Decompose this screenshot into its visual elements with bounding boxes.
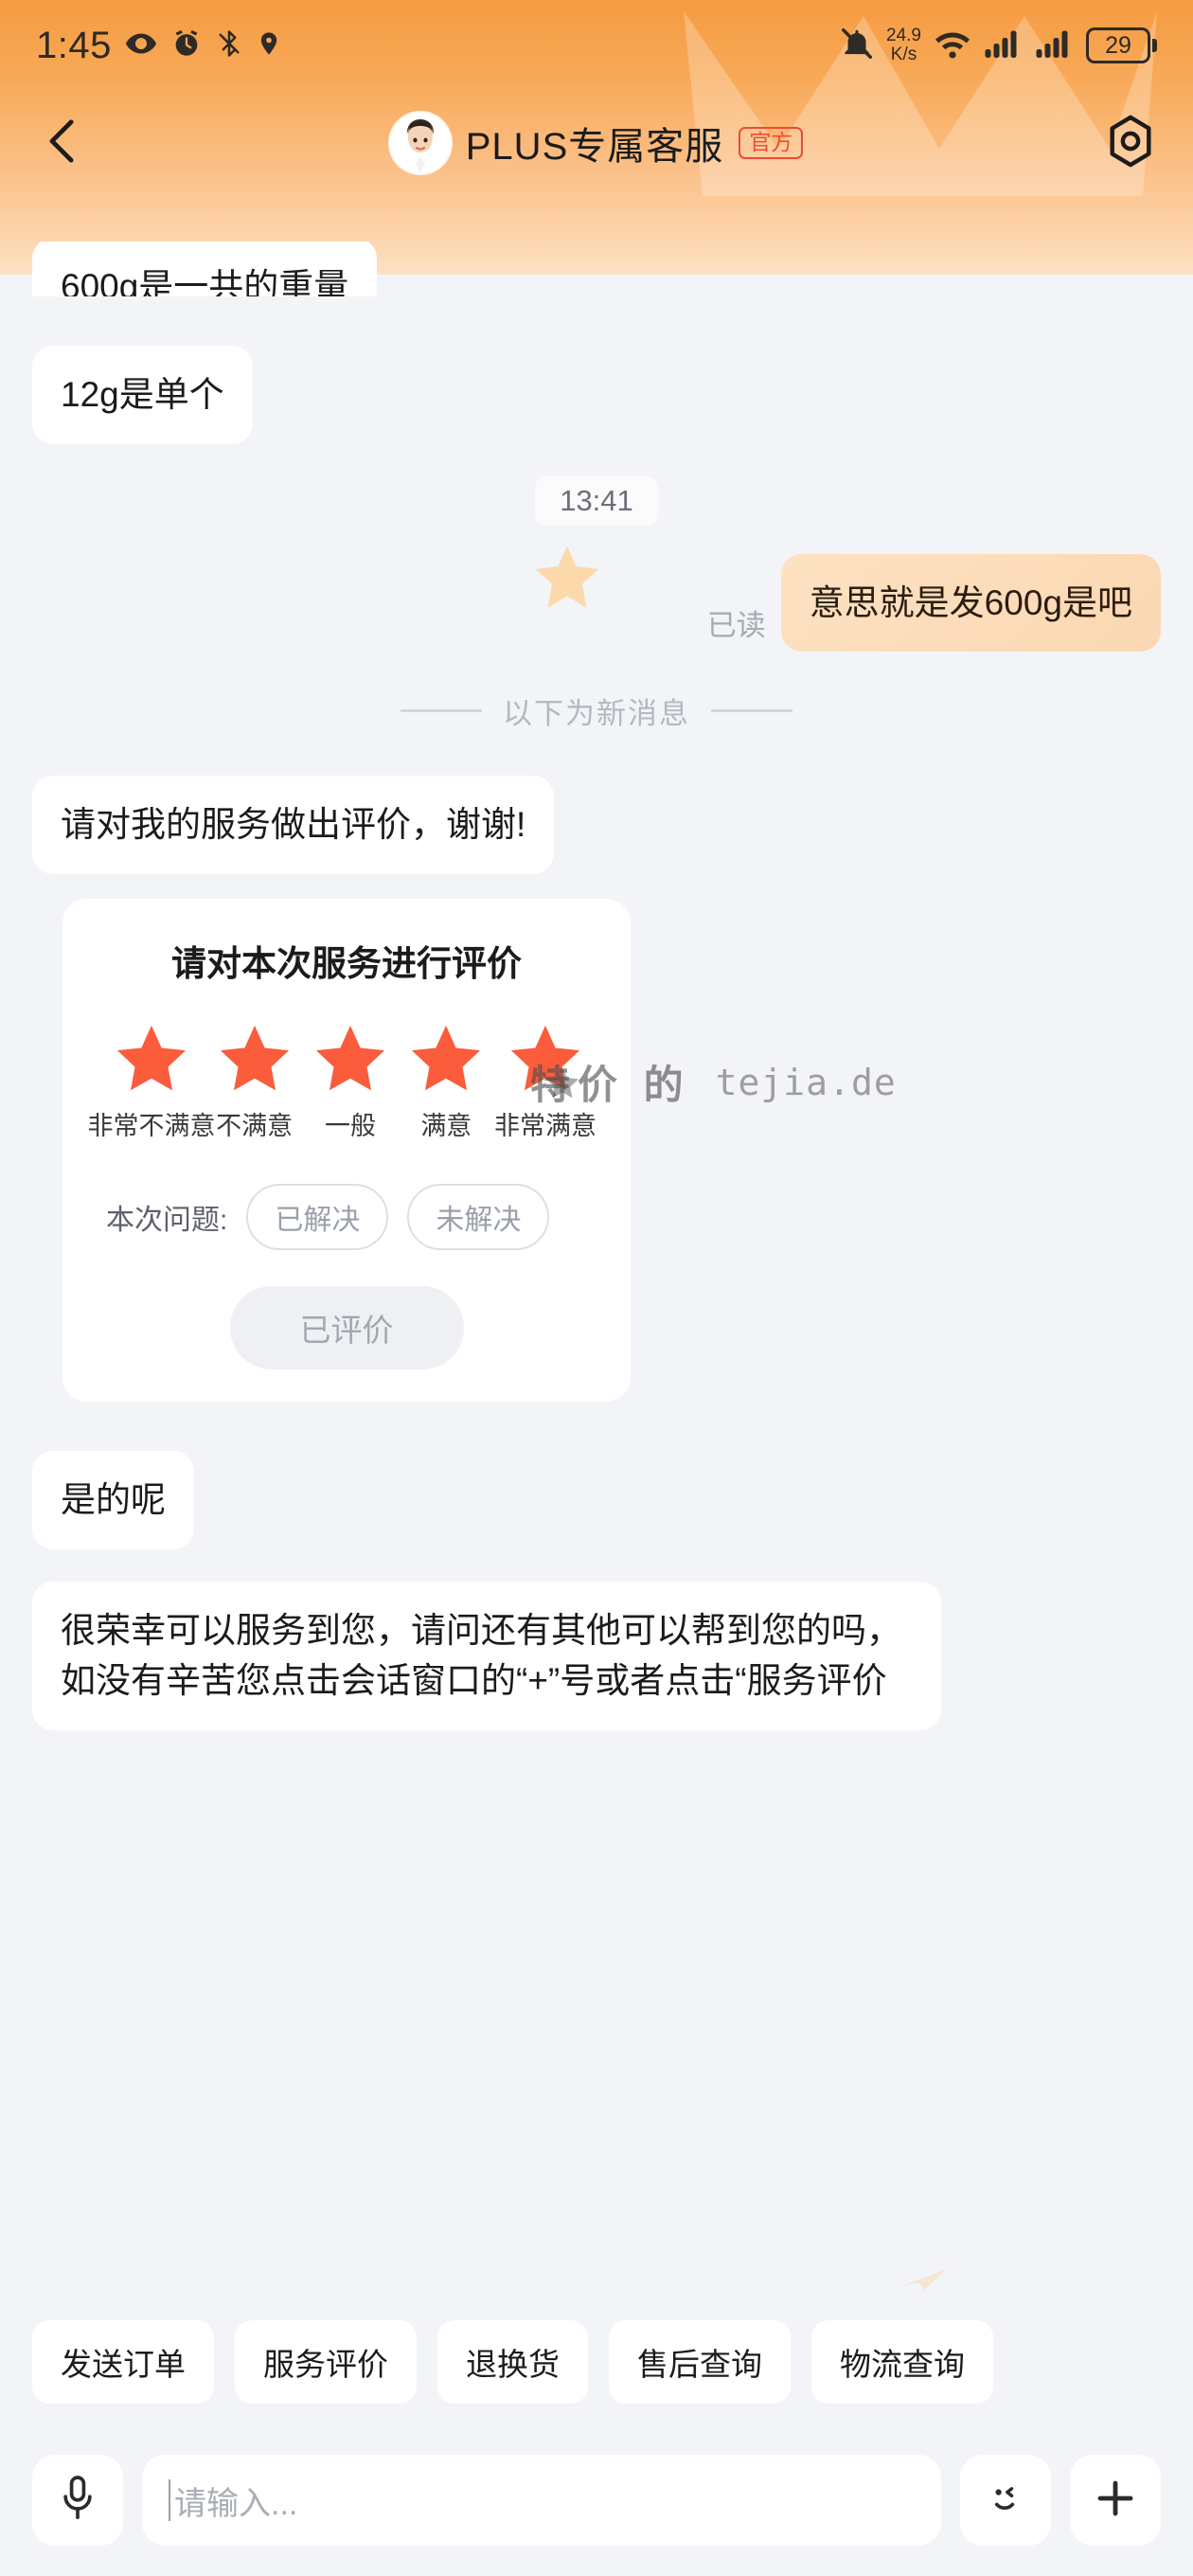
message-row: 请对我的服务做出评价，谢谢! bbox=[32, 776, 1161, 874]
quick-reply-returns[interactable]: 退换货 bbox=[437, 2320, 588, 2404]
quick-reply-send-order[interactable]: 发送订单 bbox=[32, 2320, 214, 2404]
star-icon bbox=[509, 1024, 581, 1092]
status-bar-right: 24.9 K/s 29 bbox=[839, 26, 1157, 66]
message-bubble-incoming[interactable]: 12g是单个 bbox=[32, 346, 253, 444]
message-row: 很荣幸可以服务到您，请问还有其他可以帮到您的吗，如没有辛苦您点击会话窗口的“+”… bbox=[32, 1581, 1161, 1730]
app-header: 1:45 24.9 K/s 29 PLUS专属客服 官方 bbox=[0, 0, 1193, 275]
status-time: 1:45 bbox=[36, 24, 112, 66]
bluetooth-icon bbox=[215, 27, 243, 64]
battery-icon: 29 bbox=[1086, 27, 1157, 63]
alarm-icon bbox=[170, 27, 203, 64]
avatar bbox=[389, 113, 451, 173]
rating-option-5[interactable]: 非常满意 bbox=[494, 1024, 596, 1142]
hexagon-settings-icon bbox=[1105, 114, 1156, 173]
message-bubble-incoming[interactable]: 请对我的服务做出评价，谢谢! bbox=[32, 776, 555, 874]
divider-label: 以下为新消息 bbox=[503, 697, 690, 731]
rating-label: 非常不满意 bbox=[87, 1111, 216, 1140]
signal-icon bbox=[984, 27, 1024, 64]
star-icon bbox=[410, 1024, 482, 1092]
network-speed-unit: K/s bbox=[890, 45, 917, 64]
message-row: 是的呢 bbox=[32, 1450, 1161, 1549]
voice-button[interactable] bbox=[32, 2455, 123, 2546]
text-caret bbox=[169, 2479, 170, 2521]
message-timestamp: 13:41 bbox=[535, 475, 658, 526]
emoji-button[interactable] bbox=[960, 2455, 1051, 2546]
message-input-bar: 请输入... bbox=[0, 2424, 1193, 2576]
star-icon bbox=[314, 1024, 386, 1092]
quick-reply-aftersales[interactable]: 售后查询 bbox=[609, 2320, 791, 2404]
status-badge: 官方 bbox=[739, 127, 804, 159]
message-bubble-incoming[interactable]: 很荣幸可以服务到您，请问还有其他可以帮到您的吗，如没有辛苦您点击会话窗口的“+”… bbox=[32, 1581, 941, 1730]
issue-unresolved-button[interactable]: 未解决 bbox=[407, 1183, 550, 1250]
more-actions-button[interactable] bbox=[1070, 2455, 1161, 2546]
rating-label: 满意 bbox=[420, 1111, 472, 1140]
rating-option-1[interactable]: 非常不满意 bbox=[88, 1024, 216, 1142]
quick-reply-logistics[interactable]: 物流查询 bbox=[811, 2320, 993, 2404]
battery-cap bbox=[1152, 39, 1157, 52]
issue-label: 本次问题: bbox=[106, 1204, 228, 1236]
issue-resolved-button[interactable]: 已解决 bbox=[246, 1183, 389, 1250]
network-speed-value: 24.9 bbox=[886, 26, 921, 45]
star-rating-group[interactable]: 非常不满意 不满意 一般 满意 非常满意 bbox=[88, 1024, 602, 1142]
status-bar: 1:45 24.9 K/s 29 bbox=[0, 0, 1193, 91]
rating-option-2[interactable]: 不满意 bbox=[206, 1024, 302, 1142]
paper-plane-decoration bbox=[899, 2267, 949, 2292]
settings-button[interactable] bbox=[1104, 114, 1157, 173]
read-receipt: 已读 bbox=[706, 609, 766, 643]
status-bar-left: 1:45 bbox=[36, 25, 282, 67]
submit-rating-button[interactable]: 已评价 bbox=[229, 1285, 464, 1369]
smiley-icon bbox=[983, 2476, 1028, 2526]
message-bubble-incoming[interactable]: 是的呢 bbox=[32, 1450, 194, 1549]
timestamp-row: 13:41 bbox=[32, 475, 1161, 526]
divider-line bbox=[401, 709, 482, 713]
wifi-icon bbox=[933, 27, 972, 65]
service-rating-card[interactable]: 请对本次服务进行评价 非常不满意 不满意 一般 满意 非常满意 本次问题: 已解… bbox=[62, 898, 631, 1402]
network-speed: 24.9 K/s bbox=[886, 27, 921, 64]
message-list[interactable]: 600g是一共的重量 12g是单个 13:41 已读 意思就是发600g是吧 以… bbox=[0, 242, 1193, 2249]
star-icon bbox=[116, 1024, 187, 1092]
star-icon bbox=[219, 1024, 291, 1092]
quick-reply-bar[interactable]: 发送订单 服务评价 退换货 售后查询 物流查询 bbox=[0, 2320, 1193, 2404]
message-row: 600g是一共的重量 bbox=[32, 242, 1161, 296]
location-icon bbox=[256, 27, 282, 64]
star-tail-decoration bbox=[532, 543, 602, 613]
back-button[interactable] bbox=[36, 116, 89, 170]
nav-bar: PLUS专属客服 官方 bbox=[0, 91, 1193, 195]
message-input-field[interactable]: 请输入... bbox=[142, 2455, 941, 2546]
submit-row: 已评价 bbox=[91, 1285, 602, 1369]
chat-screen: 1:45 24.9 K/s 29 PLUS专属客服 官方 600g是一共的重量 … bbox=[0, 0, 1193, 2576]
message-bubble-incoming[interactable]: 600g是一共的重量 bbox=[32, 242, 378, 296]
rating-label: 一般 bbox=[324, 1111, 376, 1140]
message-row: 12g是单个 bbox=[32, 346, 1161, 444]
page-title: PLUS专属客服 bbox=[465, 126, 724, 168]
mute-bell-icon bbox=[839, 26, 875, 66]
quick-reply-service-rating[interactable]: 服务评价 bbox=[235, 2320, 417, 2404]
battery-level: 29 bbox=[1086, 27, 1150, 63]
new-message-divider: 以下为新消息 bbox=[32, 689, 1161, 732]
rating-option-4[interactable]: 满意 bbox=[399, 1024, 494, 1142]
rating-label: 非常满意 bbox=[493, 1111, 596, 1140]
message-bubble-outgoing[interactable]: 意思就是发600g是吧 bbox=[780, 553, 1161, 653]
rating-label: 不满意 bbox=[216, 1111, 294, 1140]
nav-title-group: PLUS专属客服 官方 bbox=[89, 113, 1104, 173]
signal-icon bbox=[1035, 27, 1075, 64]
back-chevron-icon bbox=[42, 116, 83, 170]
eye-icon bbox=[124, 27, 158, 65]
message-row: 已读 意思就是发600g是吧 bbox=[32, 546, 1161, 653]
rating-card-title: 请对本次服务进行评价 bbox=[171, 943, 522, 983]
issue-resolution-group: 本次问题: 已解决 未解决 bbox=[91, 1183, 602, 1250]
plus-icon bbox=[1093, 2476, 1138, 2526]
rating-option-3[interactable]: 一般 bbox=[302, 1024, 398, 1142]
microphone-icon bbox=[57, 2474, 98, 2528]
divider-line bbox=[711, 709, 792, 713]
input-placeholder: 请输入... bbox=[174, 2485, 298, 2522]
